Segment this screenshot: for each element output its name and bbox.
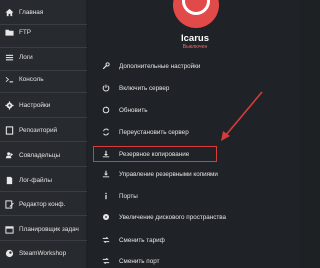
- action-label: Резервное копирование: [119, 150, 190, 158]
- action-label: Обновить: [119, 106, 148, 114]
- repository-icon: [4, 125, 14, 135]
- sidebar-item-label: FTP: [19, 28, 32, 36]
- sidebar-item-co-owners[interactable]: Совладельцы: [0, 143, 87, 167]
- change-tariff-button[interactable]: Сменить тариф: [101, 233, 165, 247]
- folder-icon: [4, 27, 14, 37]
- sidebar-item-label: SteamWorkshop: [19, 249, 67, 257]
- users-icon: [4, 150, 14, 160]
- sidebar-item-label: Планировщик задач: [19, 225, 79, 233]
- action-label: Сменить тариф: [119, 236, 165, 244]
- terminal-icon: [4, 74, 14, 84]
- download-icon: [101, 150, 110, 159]
- server-name: Icarus: [181, 33, 209, 44]
- update-button[interactable]: Обновить: [101, 103, 148, 117]
- action-label: Порты: [119, 192, 138, 200]
- change-port-button[interactable]: Сменить порт: [101, 254, 159, 268]
- additional-settings-button[interactable]: Дополнительные настройки: [101, 59, 200, 73]
- list-icon: [4, 52, 14, 62]
- sidebar-item-label: Главная: [19, 8, 44, 16]
- ports-button[interactable]: Порты: [101, 189, 138, 203]
- action-label: Управление резервными копиями: [119, 170, 218, 178]
- action-label: Включить сервер: [119, 84, 170, 92]
- steam-icon: [4, 248, 14, 258]
- sidebar-item-label: Совладельцы: [19, 151, 61, 159]
- manage-backups-button[interactable]: Управление резервными копиями: [101, 167, 218, 181]
- calendar-icon: [4, 224, 14, 234]
- sidebar-item-log-files[interactable]: Лог-файлы: [0, 168, 87, 192]
- backup-button[interactable]: Резервное копирование: [101, 147, 189, 161]
- swap-port-icon: [101, 257, 110, 266]
- edit-icon: [4, 199, 14, 209]
- increase-disk-space-button[interactable]: Увеличение дискового пространства: [101, 210, 226, 224]
- action-label: Сменить порт: [119, 257, 160, 265]
- sidebar-divider: [0, 215, 87, 216]
- power-ring-icon: [182, 0, 210, 15]
- sidebar-item-config-editor[interactable]: Редактор конф.: [0, 192, 87, 216]
- action-label: Дополнительные настройки: [119, 62, 201, 70]
- refresh-icon: [101, 106, 110, 115]
- sidebar-item-scheduler[interactable]: Планировщик задач: [0, 217, 87, 241]
- disk-icon: [101, 213, 110, 222]
- sidebar-item-console[interactable]: Консоль: [0, 67, 87, 91]
- sidebar-divider: [0, 141, 87, 142]
- sidebar-item-label: Настройки: [19, 101, 51, 109]
- server-status: Выключен: [182, 44, 208, 50]
- action-label: Увеличение дискового пространства: [119, 213, 227, 221]
- home-icon: [4, 7, 14, 17]
- sidebar-item-label: Логи: [19, 53, 33, 61]
- sidebar-item-label: Редактор конф.: [19, 200, 66, 208]
- sidebar-item-settings[interactable]: Настройки: [0, 93, 87, 117]
- reinstall-server-button[interactable]: Переустановить сервер: [101, 125, 189, 139]
- sidebar-item-label: Лог-файлы: [19, 176, 52, 184]
- swap-icon: [101, 236, 110, 245]
- backup-manage-icon: [101, 170, 110, 179]
- sidebar-item-ftp[interactable]: FTP: [0, 20, 87, 44]
- sidebar-item-logs[interactable]: Логи: [0, 45, 87, 69]
- sidebar: Главная FTP Логи Консоль Настройки Репоз…: [0, 0, 87, 268]
- action-label: Переустановить сервер: [119, 128, 189, 136]
- sidebar-item-label: Репозиторий: [19, 126, 58, 134]
- file-icon: [4, 175, 14, 185]
- power-icon: [101, 84, 110, 93]
- sidebar-item-repository[interactable]: Репозиторий: [0, 118, 87, 142]
- sidebar-item-label: Консоль: [19, 75, 44, 83]
- wrench-icon: [101, 62, 110, 71]
- start-server-button[interactable]: Включить сервер: [101, 81, 169, 95]
- reinstall-icon: [101, 128, 110, 137]
- sidebar-divider: [0, 166, 87, 167]
- sidebar-item-steam-workshop[interactable]: SteamWorkshop: [0, 241, 87, 265]
- gear-icon: [4, 100, 14, 110]
- info-icon: [101, 192, 110, 201]
